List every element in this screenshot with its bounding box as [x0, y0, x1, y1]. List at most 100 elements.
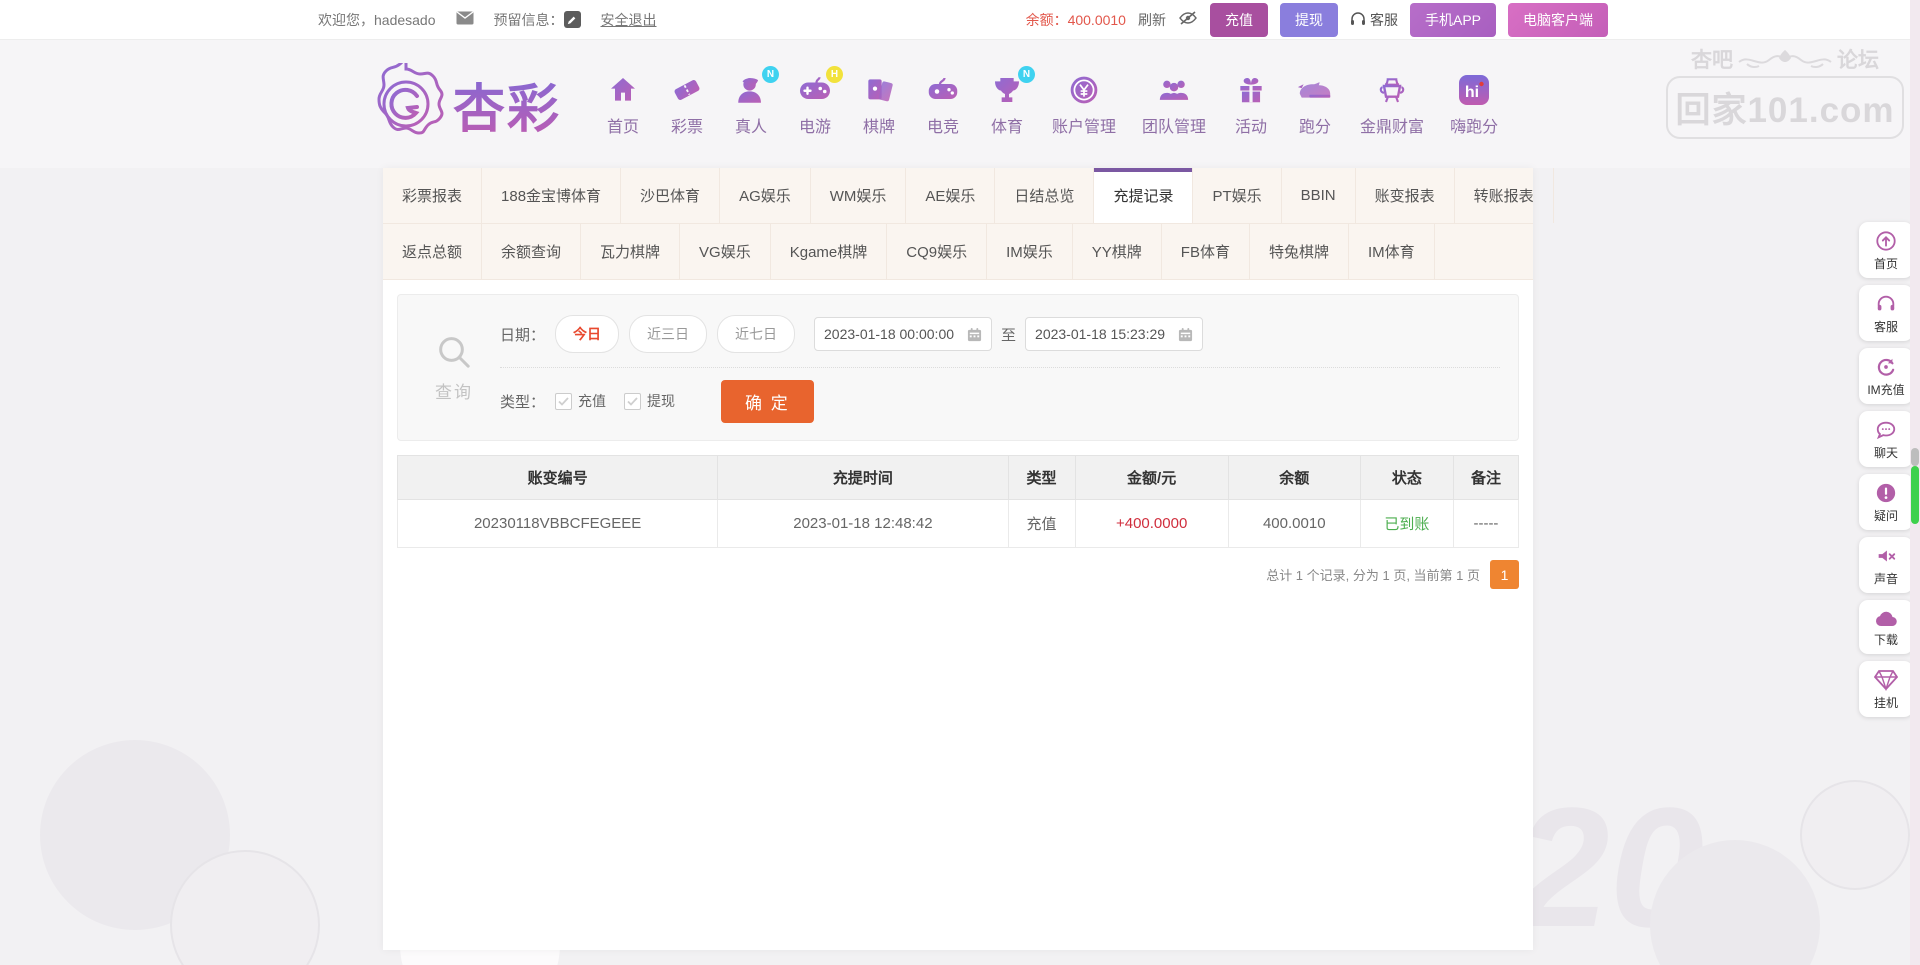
nav-item-chess[interactable]: 棋牌	[860, 71, 898, 137]
date-to-input[interactable]: 2023-01-18 15:23:29	[1025, 317, 1203, 351]
page-1-button[interactable]: 1	[1490, 560, 1519, 589]
trophy-icon: N	[988, 71, 1026, 109]
badge-n: N	[762, 66, 779, 83]
sidebar-item-home[interactable]: 首页	[1859, 222, 1913, 278]
nav-item-hipaofen[interactable]: hi 嗨跑分	[1450, 71, 1498, 137]
date-from-input[interactable]: 2023-01-18 00:00:00	[814, 317, 992, 351]
nav-item-sports[interactable]: N 体育	[988, 71, 1026, 137]
cell-type: 充值	[1008, 500, 1075, 548]
nav-item-promotions[interactable]: 活动	[1232, 71, 1270, 137]
ding-icon	[1373, 71, 1411, 109]
tab-shaba-sports[interactable]: 沙巴体育	[621, 168, 720, 223]
edit-pencil-icon[interactable]	[564, 11, 581, 28]
cell-amount: +400.0000	[1075, 500, 1228, 548]
pagination: 总计 1 个记录, 分为 1 页, 当前第 1 页 1	[397, 560, 1519, 589]
tab-account-change-report[interactable]: 账变报表	[1356, 168, 1455, 223]
col-header-balance: 余额	[1228, 456, 1360, 500]
sidebar-item-sound[interactable]: 声音	[1859, 537, 1913, 593]
quick-today-pill[interactable]: 今日	[555, 315, 619, 353]
col-header-type: 类型	[1008, 456, 1075, 500]
mail-icon[interactable]	[456, 11, 474, 28]
site-logo[interactable]: 杏彩	[365, 63, 561, 145]
gem-icon	[1874, 669, 1898, 691]
nav-item-account[interactable]: 账户管理	[1052, 71, 1116, 137]
tab-daily-summary[interactable]: 日结总览	[995, 168, 1094, 223]
nav-item-team[interactable]: 团队管理	[1142, 71, 1206, 137]
watermark: 杏吧 论坛 回家101.com	[1666, 44, 1904, 139]
cell-record-id: 20230118VBBCFEGEEE	[398, 500, 718, 548]
withdraw-button[interactable]: 提现	[1280, 3, 1338, 37]
sidebar-item-question[interactable]: 疑问	[1859, 474, 1913, 530]
sidebar-item-idle[interactable]: 挂机	[1859, 661, 1913, 717]
svg-text:hi: hi	[1465, 84, 1479, 101]
mobile-app-button[interactable]: 手机APP	[1410, 3, 1496, 37]
withdraw-checkbox[interactable]: 提现	[624, 391, 675, 411]
gift-icon	[1232, 71, 1270, 109]
nav-item-live[interactable]: N 真人	[732, 71, 770, 137]
tab-recharge-withdraw-records[interactable]: 充提记录	[1094, 168, 1193, 223]
tab-bbin[interactable]: BBIN	[1282, 168, 1356, 223]
sidebar-item-download[interactable]: 下载	[1859, 600, 1913, 654]
refresh-link[interactable]: 刷新	[1138, 10, 1166, 30]
logout-link[interactable]: 安全退出	[601, 10, 657, 30]
customer-service-link[interactable]: 客服	[1350, 10, 1398, 30]
scrollbar-track[interactable]	[1910, 0, 1920, 965]
pc-client-button[interactable]: 电脑客户端	[1508, 3, 1608, 37]
sidebar-item-im-recharge[interactable]: IM充值	[1859, 348, 1913, 404]
eye-off-icon[interactable]	[1178, 10, 1198, 29]
filter-panel: 查询 日期： 今日 近三日 近七日 2023-01-18 00:00:00 至 …	[397, 294, 1519, 441]
main-nav: 首页 彩票 N 真人 H 电游	[591, 71, 1511, 137]
nav-item-egames[interactable]: H 电游	[796, 71, 834, 137]
header: 杏彩 首页 彩票 N 真人 H	[0, 40, 1920, 168]
cell-time: 2023-01-18 12:48:42	[718, 500, 1008, 548]
confirm-button[interactable]: 确 定	[721, 380, 814, 423]
search-block: 查询	[408, 311, 500, 424]
coin-icon	[1065, 71, 1103, 109]
nav-item-esports[interactable]: 电竞	[924, 71, 962, 137]
logo-flower-icon	[365, 63, 447, 145]
pagination-summary: 总计 1 个记录, 分为 1 页, 当前第 1 页	[1266, 565, 1480, 584]
chat-icon	[1875, 419, 1897, 441]
tab-wm[interactable]: WM娱乐	[811, 168, 907, 223]
tab-cq9[interactable]: CQ9娱乐	[887, 224, 987, 279]
tab-rebate-total[interactable]: 返点总额	[383, 224, 482, 279]
balance: 余额：400.0010	[1026, 10, 1126, 30]
col-header-record-id: 账变编号	[398, 456, 718, 500]
tab-wali-chess[interactable]: 瓦力棋牌	[581, 224, 680, 279]
recharge-checkbox[interactable]: 充值	[555, 391, 606, 411]
watermark-domain: 回家101.com	[1666, 76, 1904, 139]
recharge-button[interactable]: 充值	[1210, 3, 1268, 37]
quick-7days-pill[interactable]: 近七日	[717, 315, 795, 353]
tab-yy-chess[interactable]: YY棋牌	[1073, 224, 1162, 279]
nav-item-jinding[interactable]: 金鼎财富	[1360, 71, 1424, 137]
checkbox-icon	[624, 393, 641, 410]
nav-item-home[interactable]: 首页	[604, 71, 642, 137]
nav-item-paofen[interactable]: 跑分	[1296, 71, 1334, 137]
tab-188-sports[interactable]: 188金宝博体育	[482, 168, 621, 223]
tab-kgame[interactable]: Kgame棋牌	[771, 224, 888, 279]
scrollbar-thumb-gray[interactable]	[1911, 448, 1919, 466]
tab-lottery-report[interactable]: 彩票报表	[383, 168, 482, 223]
col-header-amount: 金额/元	[1075, 456, 1228, 500]
quick-3days-pill[interactable]: 近三日	[629, 315, 707, 353]
tab-fb-sports[interactable]: FB体育	[1162, 224, 1250, 279]
tab-tetu-chess[interactable]: 特兔棋牌	[1250, 224, 1349, 279]
home-icon	[604, 71, 642, 109]
tab-vg[interactable]: VG娱乐	[680, 224, 771, 279]
scrollbar-thumb-green[interactable]	[1911, 466, 1919, 524]
tab-transfer-report[interactable]: 转账报表	[1455, 168, 1554, 223]
sidebar-item-chat[interactable]: 聊天	[1859, 411, 1913, 467]
tab-im-games[interactable]: IM娱乐	[987, 224, 1073, 279]
mute-icon	[1875, 545, 1897, 567]
nav-item-lottery[interactable]: 彩票	[668, 71, 706, 137]
tab-balance-query[interactable]: 余额查询	[482, 224, 581, 279]
tab-ag[interactable]: AG娱乐	[720, 168, 811, 223]
tab-im-sports[interactable]: IM体育	[1349, 224, 1435, 279]
watermark-right: 论坛	[1837, 44, 1879, 74]
flourish-icon	[1737, 46, 1833, 72]
headset-icon	[1350, 12, 1366, 27]
cell-status: 已到账	[1360, 500, 1453, 548]
sidebar-item-service[interactable]: 客服	[1859, 285, 1913, 341]
tab-pt[interactable]: PT娱乐	[1193, 168, 1281, 223]
tab-ae[interactable]: AE娱乐	[906, 168, 995, 223]
